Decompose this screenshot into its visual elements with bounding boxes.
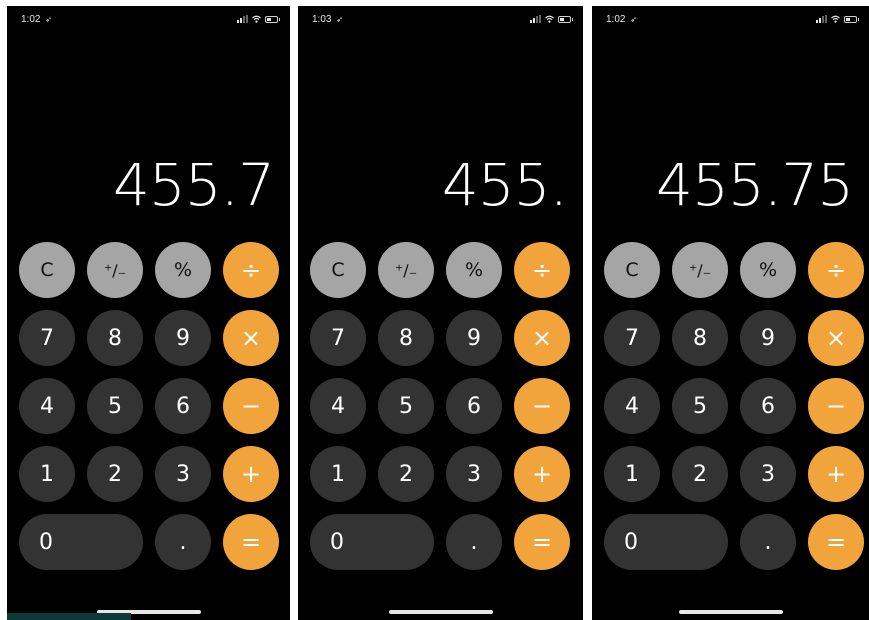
multiply-button[interactable]: × <box>514 310 570 366</box>
digit-4-button[interactable]: 4 <box>604 378 660 434</box>
digit-9-button[interactable]: 9 <box>740 310 796 366</box>
clock-label: 1:02 <box>21 14 41 25</box>
clear-button[interactable]: C <box>310 242 366 298</box>
digit-8-button[interactable]: 8 <box>87 310 143 366</box>
digit-6-button[interactable]: 6 <box>446 378 502 434</box>
location-arrow-icon: ➶ <box>45 15 52 24</box>
clock-label: 1:02 <box>606 14 626 25</box>
digit-1-button[interactable]: 1 <box>310 446 366 502</box>
battery-icon <box>558 15 573 23</box>
bottom-strip <box>7 613 131 620</box>
digit-8-button[interactable]: 8 <box>672 310 728 366</box>
digit-2-button[interactable]: 2 <box>672 446 728 502</box>
multiply-button[interactable]: × <box>223 310 279 366</box>
calculator-display: 455.75 <box>656 151 854 219</box>
equals-button[interactable]: = <box>808 514 864 570</box>
battery-icon <box>844 15 859 23</box>
digit-3-button[interactable]: 3 <box>740 446 796 502</box>
digit-5-button[interactable]: 5 <box>672 378 728 434</box>
wifi-icon <box>831 15 840 23</box>
wifi-icon <box>252 15 261 23</box>
digit-9-button[interactable]: 9 <box>155 310 211 366</box>
plus-button[interactable]: + <box>808 446 864 502</box>
digit-7-button[interactable]: 7 <box>19 310 75 366</box>
negate-button[interactable]: ⁺∕₋ <box>378 242 434 298</box>
clear-button[interactable]: C <box>604 242 660 298</box>
percent-button[interactable]: % <box>446 242 502 298</box>
status-time: 1:02 ➶ <box>21 14 52 25</box>
decimal-button[interactable]: . <box>740 514 796 570</box>
decimal-button[interactable]: . <box>155 514 211 570</box>
digit-7-button[interactable]: 7 <box>604 310 660 366</box>
signal-icon <box>816 15 827 23</box>
plus-button[interactable]: + <box>514 446 570 502</box>
negate-button[interactable]: ⁺∕₋ <box>87 242 143 298</box>
digit-8-button[interactable]: 8 <box>378 310 434 366</box>
equals-button[interactable]: = <box>223 514 279 570</box>
digit-6-button[interactable]: 6 <box>740 378 796 434</box>
digit-3-button[interactable]: 3 <box>446 446 502 502</box>
phone-screen-1: 1:02 ➶ 455.7 C ⁺∕₋ % ÷ 7 8 9 × 4 5 6 − 1… <box>7 6 290 620</box>
digit-2-button[interactable]: 2 <box>378 446 434 502</box>
signal-icon <box>530 15 541 23</box>
percent-button[interactable]: % <box>740 242 796 298</box>
minus-button[interactable]: − <box>808 378 864 434</box>
phone-screen-2: 1:03 ➶ 455. C ⁺∕₋ % ÷ 7 8 9 × 4 5 6 − 1 … <box>298 6 583 620</box>
digit-5-button[interactable]: 5 <box>378 378 434 434</box>
status-bar: 1:02 ➶ <box>606 14 859 28</box>
minus-button[interactable]: − <box>223 378 279 434</box>
status-icons <box>237 15 280 23</box>
location-arrow-icon: ➶ <box>630 15 637 24</box>
status-icons <box>816 15 859 23</box>
status-time: 1:02 ➶ <box>606 14 637 25</box>
status-time: 1:03 ➶ <box>312 14 343 25</box>
comparison-frame: 1:02 ➶ 455.7 C ⁺∕₋ % ÷ 7 8 9 × 4 5 6 − 1… <box>0 0 869 620</box>
negate-button[interactable]: ⁺∕₋ <box>672 242 728 298</box>
divide-button[interactable]: ÷ <box>223 242 279 298</box>
calculator-display: 455.7 <box>112 151 275 219</box>
signal-icon <box>237 15 248 23</box>
digit-1-button[interactable]: 1 <box>19 446 75 502</box>
digit-4-button[interactable]: 4 <box>310 378 366 434</box>
clear-button[interactable]: C <box>19 242 75 298</box>
status-bar: 1:02 ➶ <box>21 14 280 28</box>
equals-button[interactable]: = <box>514 514 570 570</box>
decimal-button[interactable]: . <box>446 514 502 570</box>
digit-4-button[interactable]: 4 <box>19 378 75 434</box>
status-bar: 1:03 ➶ <box>312 14 573 28</box>
digit-5-button[interactable]: 5 <box>87 378 143 434</box>
multiply-button[interactable]: × <box>808 310 864 366</box>
home-indicator[interactable] <box>678 610 783 614</box>
divide-button[interactable]: ÷ <box>808 242 864 298</box>
digit-0-button[interactable]: 0 <box>19 514 143 570</box>
percent-button[interactable]: % <box>155 242 211 298</box>
calculator-display: 455. <box>441 151 568 219</box>
wifi-icon <box>545 15 554 23</box>
status-icons <box>530 15 573 23</box>
plus-button[interactable]: + <box>223 446 279 502</box>
phone-screen-3: 1:02 ➶ 455.75 C ⁺∕₋ % ÷ 7 8 9 × 4 5 6 − … <box>592 6 869 620</box>
clock-label: 1:03 <box>312 14 332 25</box>
digit-9-button[interactable]: 9 <box>446 310 502 366</box>
divide-button[interactable]: ÷ <box>514 242 570 298</box>
digit-0-button[interactable]: 0 <box>310 514 434 570</box>
digit-1-button[interactable]: 1 <box>604 446 660 502</box>
digit-0-button[interactable]: 0 <box>604 514 728 570</box>
minus-button[interactable]: − <box>514 378 570 434</box>
home-indicator[interactable] <box>388 610 493 614</box>
digit-7-button[interactable]: 7 <box>310 310 366 366</box>
digit-2-button[interactable]: 2 <box>87 446 143 502</box>
digit-6-button[interactable]: 6 <box>155 378 211 434</box>
battery-icon <box>265 15 280 23</box>
location-arrow-icon: ➶ <box>336 15 343 24</box>
digit-3-button[interactable]: 3 <box>155 446 211 502</box>
